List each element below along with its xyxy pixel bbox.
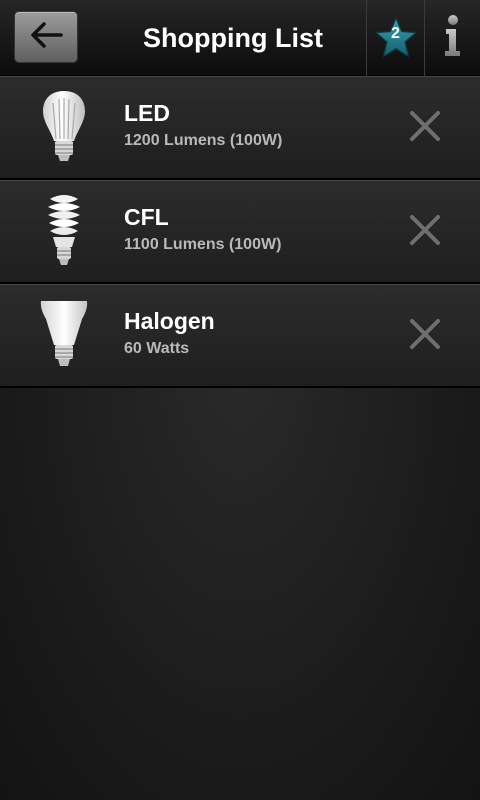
- shopping-list: LED 1200 Lumens (100W) CFL 1100 Lumens (…: [0, 76, 480, 388]
- remove-button[interactable]: [402, 313, 448, 359]
- item-spec: 1100 Lumens (100W): [124, 236, 282, 253]
- page-title: Shopping List: [143, 22, 323, 53]
- list-item[interactable]: CFL 1100 Lumens (100W): [0, 180, 480, 284]
- app-screen: Shopping List 2 LED 1200 Lumens (100W) C…: [0, 0, 480, 800]
- remove-button[interactable]: [402, 209, 448, 255]
- item-spec: 1200 Lumens (100W): [124, 132, 283, 149]
- item-name: CFL: [124, 204, 169, 230]
- halogen-bulb-icon: [38, 295, 90, 375]
- cfl-bulb-icon: [38, 191, 90, 271]
- back-button[interactable]: [14, 11, 78, 63]
- close-icon: [409, 318, 441, 355]
- info-button[interactable]: [424, 0, 480, 76]
- list-item[interactable]: Halogen 60 Watts: [0, 284, 480, 388]
- item-spec: 60 Watts: [124, 340, 190, 357]
- led-bulb-icon: [38, 87, 90, 167]
- item-name: Halogen: [124, 308, 215, 334]
- list-item[interactable]: LED 1200 Lumens (100W): [0, 76, 480, 180]
- close-icon: [409, 110, 441, 147]
- item-name: LED: [124, 100, 170, 126]
- favorites-count: 2: [391, 25, 400, 42]
- favorites-button[interactable]: 2: [366, 0, 424, 76]
- header-bar: Shopping List 2: [0, 0, 480, 76]
- star-icon: 2: [374, 16, 418, 60]
- info-icon: [441, 14, 465, 63]
- arrow-left-icon: [28, 20, 64, 55]
- close-icon: [409, 214, 441, 251]
- remove-button[interactable]: [402, 105, 448, 151]
